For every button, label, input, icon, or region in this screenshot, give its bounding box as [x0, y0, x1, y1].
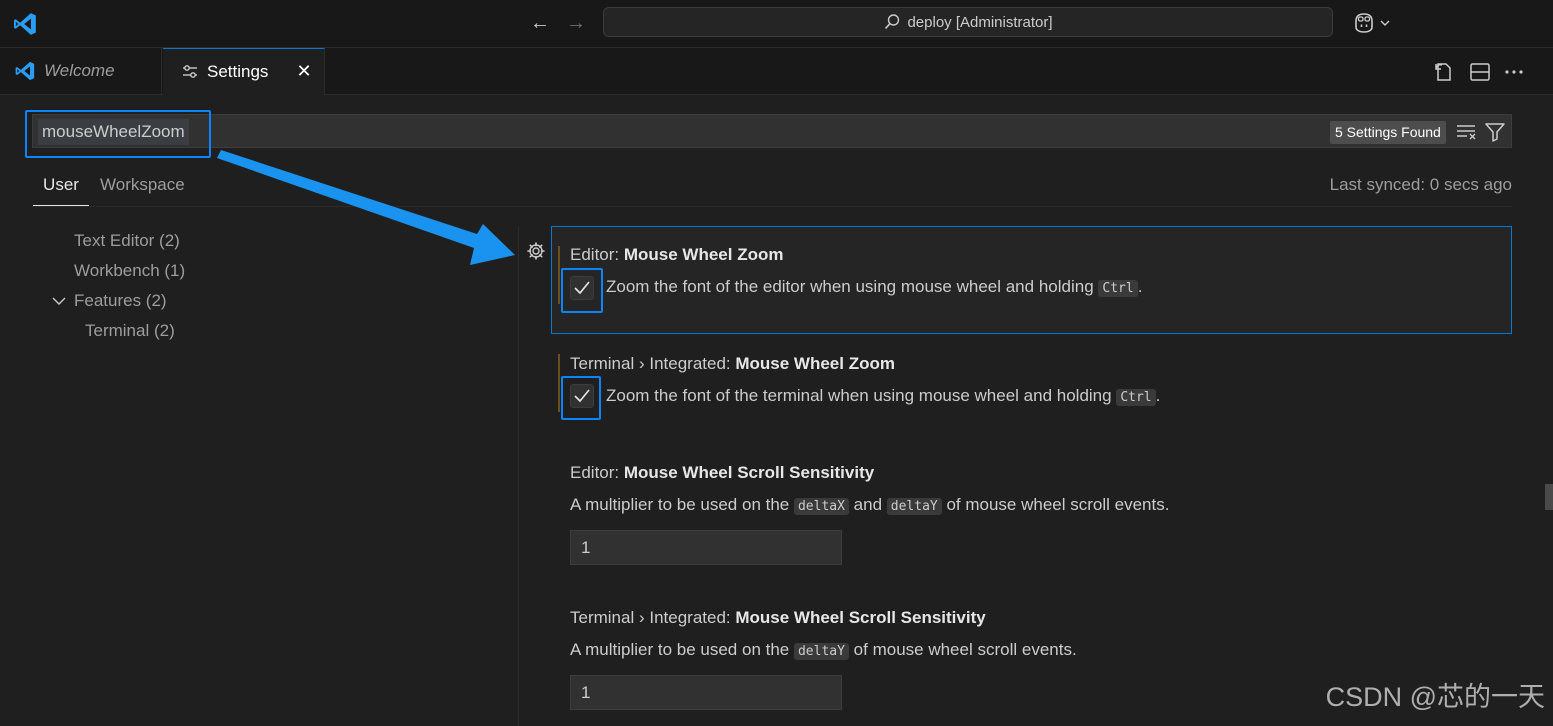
- setting-description: A multiplier to be used on the deltaX an…: [570, 495, 1170, 515]
- setting-description: Zoom the font of the editor when using m…: [606, 277, 1143, 297]
- annotation-highlight-box: [25, 110, 211, 158]
- annotation-highlight-box: [561, 268, 603, 313]
- setting-description: Zoom the font of the terminal when using…: [606, 386, 1161, 406]
- close-icon[interactable]: ✕: [294, 61, 314, 81]
- clear-search-filter-icon[interactable]: [1455, 121, 1479, 143]
- terminal-scroll-sensitivity-input[interactable]: 1: [570, 675, 842, 710]
- toc-item-terminal[interactable]: Terminal (2): [85, 320, 175, 342]
- annotation-arrow: [217, 150, 515, 265]
- gear-icon[interactable]: [526, 241, 546, 261]
- tab-label: Settings: [207, 62, 269, 81]
- scroll-sensitivity-input[interactable]: 1: [570, 530, 842, 565]
- tab-label: Welcome: [44, 61, 115, 80]
- scrollbar-thumb[interactable]: [1545, 484, 1553, 510]
- setting-title: Terminal › Integrated: Mouse Wheel Scrol…: [570, 608, 986, 627]
- tab-workspace-settings[interactable]: Workspace: [100, 174, 185, 196]
- divider: [518, 227, 519, 726]
- filter-icon[interactable]: [1484, 121, 1506, 143]
- modified-indicator: [558, 246, 560, 304]
- watermark: CSDN @芯的一天: [1325, 682, 1545, 712]
- split-editor-icon[interactable]: [1468, 60, 1492, 84]
- command-center[interactable]: deploy [Administrator]: [603, 7, 1333, 37]
- setting-title: Editor: Mouse Wheel Zoom: [570, 245, 784, 264]
- tab-settings[interactable]: Settings ✕: [163, 48, 325, 95]
- toc-item-features[interactable]: Features (2): [74, 290, 167, 312]
- modified-indicator: [558, 354, 560, 412]
- settings-sliders-icon: [183, 65, 197, 78]
- last-synced-status: Last synced: 0 secs ago: [1329, 175, 1512, 194]
- results-count-badge: 5 Settings Found: [1330, 121, 1446, 144]
- search-icon: [885, 14, 900, 30]
- more-actions-icon[interactable]: [1502, 60, 1526, 84]
- setting-title: Editor: Mouse Wheel Scroll Sensitivity: [570, 463, 875, 482]
- setting-title: Terminal › Integrated: Mouse Wheel Zoom: [570, 354, 895, 373]
- arrow-left-icon[interactable]: ←: [528, 11, 552, 35]
- annotation-highlight-box: [561, 376, 601, 420]
- arrow-right-icon[interactable]: →: [564, 11, 588, 35]
- command-center-label: deploy [Administrator]: [907, 13, 1053, 31]
- tab-bar: Welcome Settings ✕: [0, 48, 1553, 95]
- copilot-icon: [1355, 13, 1373, 33]
- chevron-down-icon: [1380, 20, 1390, 26]
- tab-welcome[interactable]: Welcome: [0, 48, 162, 94]
- vscode-logo-icon[interactable]: [12, 11, 38, 37]
- chevron-down-icon[interactable]: [51, 293, 67, 309]
- vscode-logo-icon: [15, 61, 35, 81]
- setting-description: A multiplier to be used on the deltaY of…: [570, 640, 1077, 660]
- tab-user-settings[interactable]: User: [33, 174, 89, 206]
- copilot-menu[interactable]: [1351, 10, 1393, 36]
- settings-search-input[interactable]: [32, 114, 1512, 148]
- toc-item-text-editor[interactable]: Text Editor (2): [74, 230, 180, 252]
- open-settings-json-icon[interactable]: [1431, 60, 1455, 84]
- toc-item-workbench[interactable]: Workbench (1): [74, 260, 185, 282]
